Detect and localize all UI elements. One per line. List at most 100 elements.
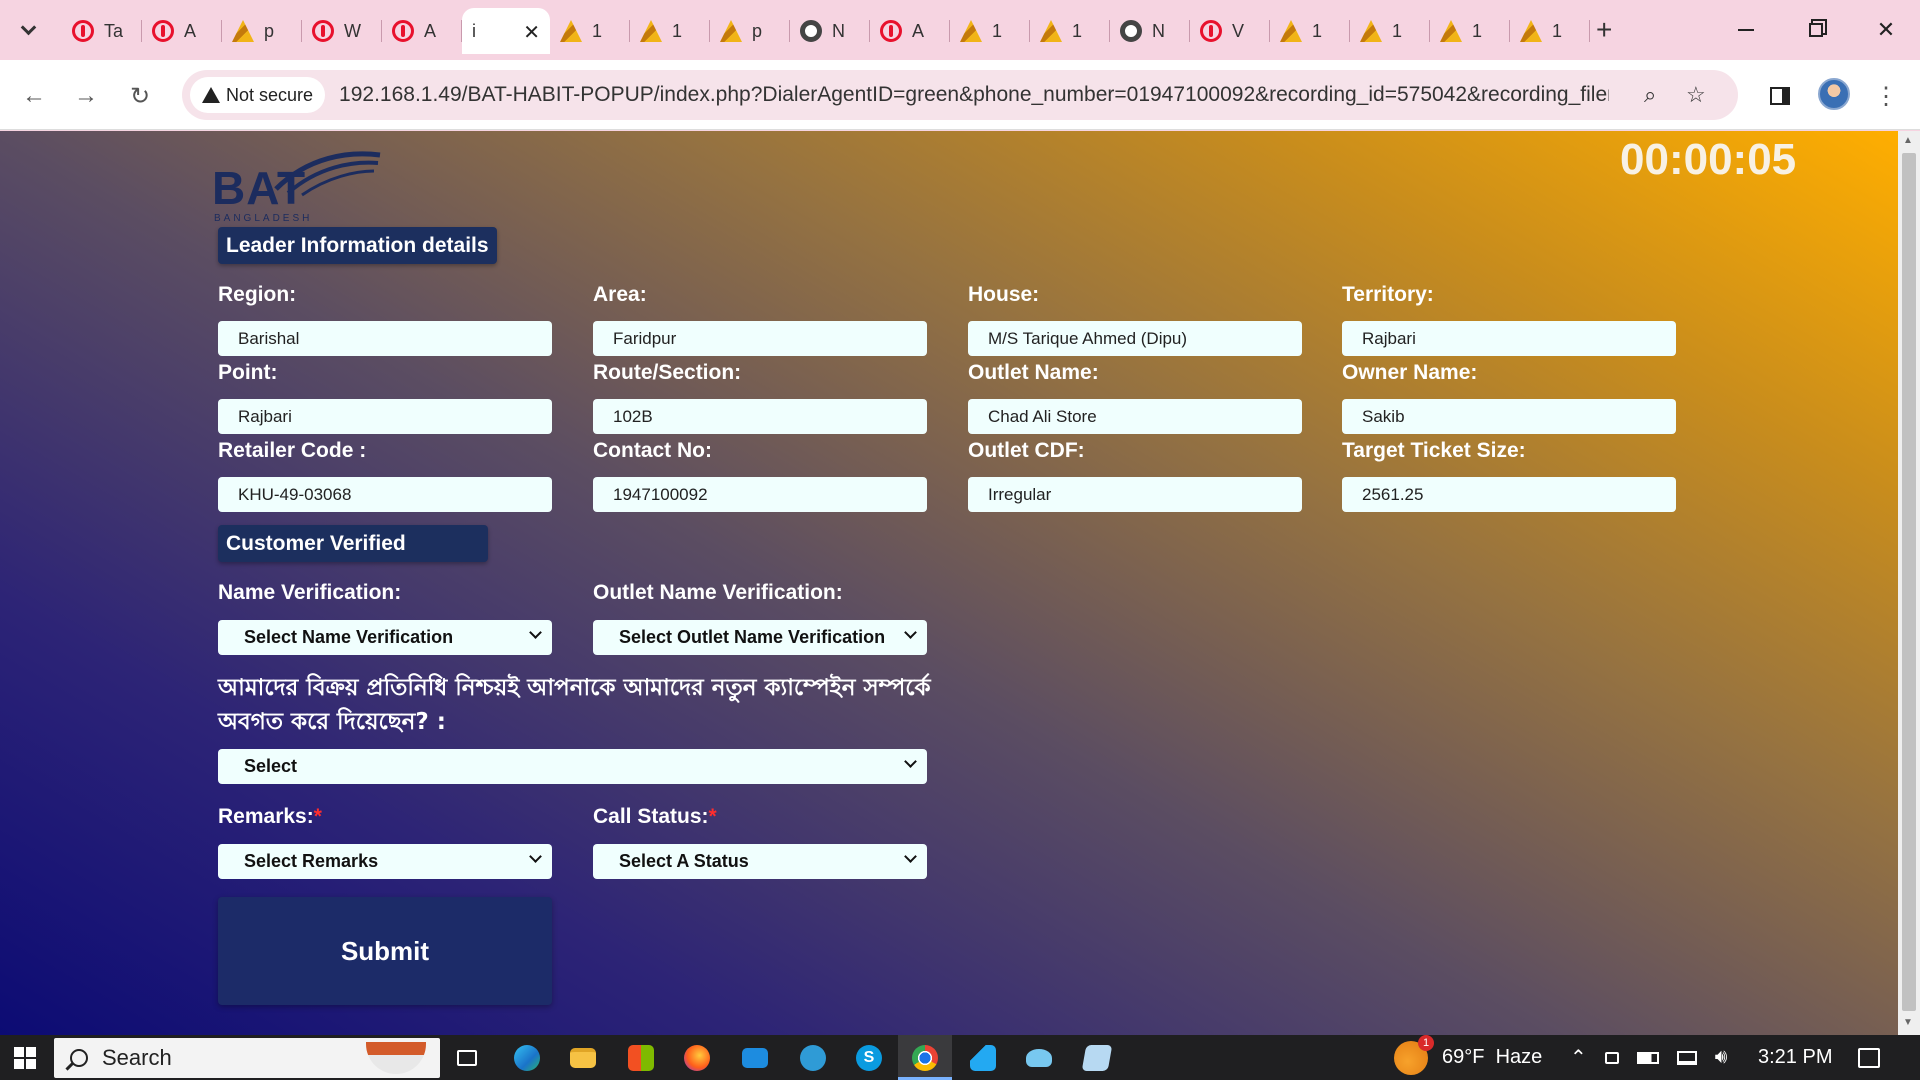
search-highlight-image	[366, 1042, 426, 1074]
notes-app-icon[interactable]	[1080, 1041, 1114, 1075]
chevron-up-icon[interactable]: ⌃	[1570, 1045, 1587, 1070]
area-label: Area:	[593, 283, 647, 306]
windows-taskbar: Search S 1 69°F Haze ⌃ 🔊︎ 3:21 PM	[0, 1034, 1920, 1080]
gear-icon	[800, 20, 822, 42]
chevron-down-icon	[904, 626, 917, 639]
notifications-button[interactable]	[1858, 1035, 1880, 1080]
back-button[interactable]: ←	[14, 76, 54, 116]
region-field[interactable]: Barishal	[218, 321, 552, 356]
browser-tab[interactable]: p	[710, 8, 790, 54]
logo-text: BAT	[212, 162, 307, 214]
clock[interactable]: 3:21 PM	[1758, 1035, 1832, 1080]
pma-icon	[1520, 20, 1542, 42]
outlet-cdf-label: Outlet CDF:	[968, 439, 1085, 462]
profile-avatar[interactable]	[1818, 78, 1850, 110]
outlet-name-field[interactable]: Chad Ali Store	[968, 399, 1302, 434]
skype-icon[interactable]: S	[852, 1041, 886, 1075]
territory-field[interactable]: Rajbari	[1342, 321, 1676, 356]
browser-tab[interactable]: W	[302, 8, 382, 54]
start-button[interactable]	[14, 1047, 36, 1069]
pma-icon	[960, 20, 982, 42]
tab-title: A	[184, 20, 197, 41]
page-scrollbar[interactable]: ▲ ▼	[1898, 131, 1920, 1035]
volume-icon[interactable]: 🔊︎	[1715, 1046, 1728, 1069]
outlet-name-label: Outlet Name:	[968, 361, 1099, 384]
scroll-down-icon[interactable]: ▼	[1903, 1017, 1913, 1028]
browser-tab[interactable]: 1	[1430, 8, 1510, 54]
campaign-select[interactable]: Select	[218, 749, 927, 784]
remarks-label: Remarks:*	[218, 805, 322, 828]
mail-icon[interactable]	[738, 1041, 772, 1075]
browser-tab[interactable]: A	[382, 8, 462, 54]
camera-icon[interactable]	[1604, 1051, 1619, 1064]
territory-label: Territory:	[1342, 283, 1434, 306]
browser-tab[interactable]: p	[222, 8, 302, 54]
edge-icon[interactable]	[510, 1041, 544, 1075]
vscode-icon[interactable]	[966, 1041, 1000, 1075]
new-tab-button[interactable]: +	[1596, 14, 1612, 46]
forward-button[interactable]: →	[66, 76, 106, 116]
zoom-icon[interactable]: ⌕	[1644, 82, 1656, 108]
browser-tab[interactable]: 1	[1350, 8, 1430, 54]
browser-tab[interactable]: 1	[1270, 8, 1350, 54]
browser-menu-button[interactable]: ⋮	[1866, 76, 1906, 116]
tab-title: 1	[672, 20, 683, 41]
browser-tab[interactable]: A	[142, 8, 222, 54]
retailer-code-field[interactable]: KHU-49-03068	[218, 477, 552, 512]
task-view-icon[interactable]	[450, 1041, 484, 1075]
bat-logo: BAT BANGLADESH	[212, 149, 382, 224]
point-field[interactable]: Rajbari	[218, 399, 552, 434]
close-window-button[interactable]: ✕	[1856, 10, 1916, 50]
scroll-up-icon[interactable]: ▲	[1903, 135, 1913, 146]
browser-tab[interactable]: A	[870, 8, 950, 54]
target-ticket-field[interactable]: 2561.25	[1342, 477, 1676, 512]
tab-title: 1	[1472, 20, 1483, 41]
house-field[interactable]: M/S Tarique Ahmed (Dipu)	[968, 321, 1302, 356]
call-status-select[interactable]: Select A Status	[593, 844, 927, 879]
browser-tab[interactable]: V	[1190, 8, 1270, 54]
target-ticket-label: Target Ticket Size:	[1342, 439, 1526, 462]
browser-tab[interactable]: 1	[630, 8, 710, 54]
minimize-button[interactable]	[1716, 10, 1776, 50]
browser-tab[interactable]: 1	[1030, 8, 1110, 54]
restore-button[interactable]	[1786, 10, 1846, 50]
outlet-name-verification-select[interactable]: Select Outlet Name Verification	[593, 620, 927, 655]
battery-icon[interactable]	[1636, 1051, 1659, 1064]
tab-search-button[interactable]	[8, 10, 48, 50]
owner-name-field[interactable]: Sakib	[1342, 399, 1676, 434]
reload-button[interactable]: ↻	[120, 76, 160, 116]
taskbar-search[interactable]: Search	[54, 1038, 440, 1078]
scrollbar-thumb[interactable]	[1902, 153, 1916, 1011]
outlet-cdf-field[interactable]: Irregular	[968, 477, 1302, 512]
route-field[interactable]: 102B	[593, 399, 927, 434]
close-tab-icon[interactable]: ✕	[523, 20, 540, 45]
submit-button[interactable]: Submit	[218, 897, 552, 1005]
file-explorer-icon[interactable]	[566, 1041, 600, 1075]
browser-tab[interactable]: 1	[550, 8, 630, 54]
browser-tab[interactable]: N	[1110, 8, 1190, 54]
browser-tab[interactable]: Ta	[62, 8, 142, 54]
network-icon[interactable]	[1676, 1050, 1697, 1065]
remarks-select[interactable]: Select Remarks	[218, 844, 552, 879]
area-field[interactable]: Faridpur	[593, 321, 927, 356]
store-icon[interactable]	[624, 1041, 658, 1075]
url-text[interactable]: 192.168.1.49/BAT-HABIT-POPUP/index.php?D…	[339, 83, 1609, 107]
side-panel-button[interactable]	[1760, 76, 1800, 116]
browser-tab[interactable]: 1	[1510, 8, 1590, 54]
browser-tab[interactable]: 1	[950, 8, 1030, 54]
teams-icon[interactable]	[796, 1041, 830, 1075]
habit-popup-page: BAT BANGLADESH 00:00:05 Leader Informati…	[0, 131, 1898, 1035]
taskbar-search-placeholder: Search	[102, 1045, 172, 1070]
chrome-icon[interactable]	[908, 1041, 942, 1075]
name-verification-select[interactable]: Select Name Verification	[218, 620, 552, 655]
browser-tab[interactable]: i ✕	[462, 8, 550, 54]
browser-tab[interactable]: N	[790, 8, 870, 54]
weather-widget[interactable]: 1 69°F Haze	[1394, 1034, 1542, 1080]
firefox-icon[interactable]	[680, 1041, 714, 1075]
cloud-app-icon[interactable]	[1022, 1041, 1056, 1075]
address-bar[interactable]: Not secure 192.168.1.49/BAT-HABIT-POPUP/…	[182, 70, 1738, 120]
bookmark-star-icon[interactable]: ☆	[1686, 82, 1706, 108]
contact-no-field[interactable]: 1947100092	[593, 477, 927, 512]
security-chip[interactable]: Not secure	[190, 77, 326, 113]
tab-title: A	[912, 20, 925, 41]
